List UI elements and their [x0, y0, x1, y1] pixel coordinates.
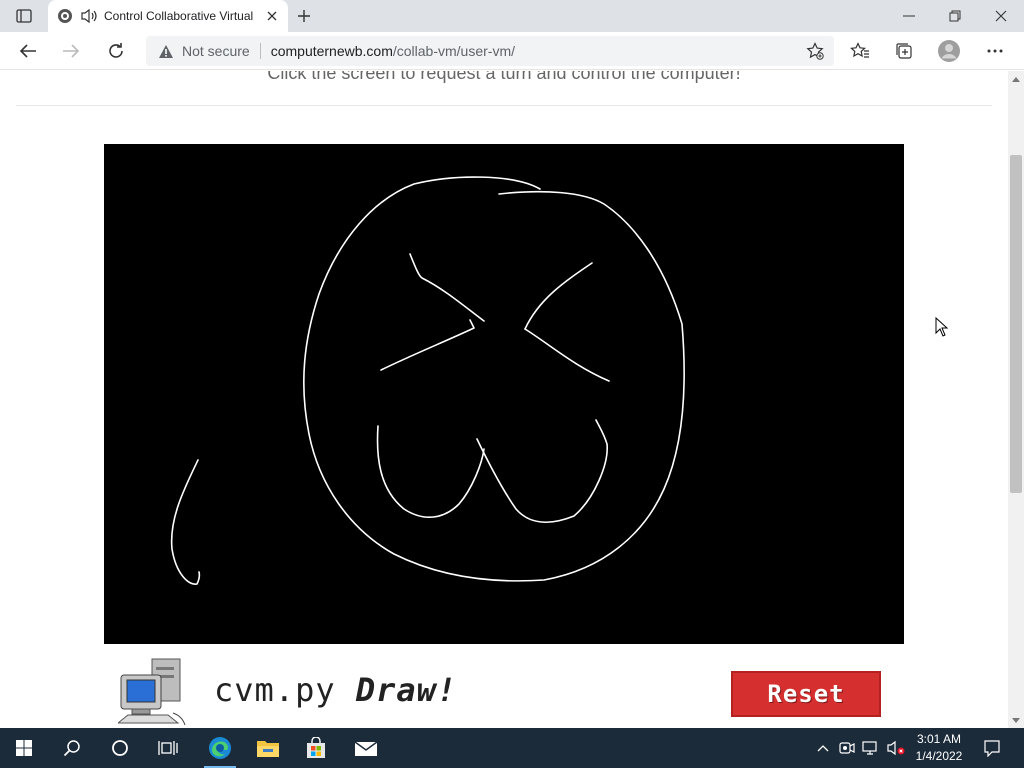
taskbar: 3:01 AM 1/4/2022 [0, 728, 1024, 768]
site-favicon [56, 7, 74, 25]
divider [16, 105, 992, 106]
settings-more-button[interactable] [980, 36, 1010, 66]
webcam-icon [839, 742, 855, 754]
volume-muted-icon [887, 740, 905, 756]
page-subtitle: Click the screen to request a turn and c… [267, 71, 741, 83]
clock-time: 3:01 AM [916, 732, 962, 746]
search-button[interactable] [48, 728, 96, 768]
forward-button[interactable] [56, 36, 86, 66]
collections-button[interactable] [889, 36, 919, 66]
network-icon [862, 741, 877, 755]
page-scrollbar[interactable] [1008, 71, 1024, 728]
close-icon [995, 10, 1007, 22]
notification-center-button[interactable] [980, 728, 1004, 768]
scroll-down-icon[interactable] [1008, 712, 1024, 728]
notification-icon [984, 740, 1000, 757]
minimize-icon [903, 15, 915, 17]
web-page: Click the screen to request a turn and c… [0, 71, 1008, 728]
avatar [938, 40, 960, 62]
search-icon [63, 740, 80, 757]
new-tab-button[interactable] [292, 4, 316, 28]
forward-arrow-icon [63, 44, 80, 58]
address-host: computernewb.com [270, 43, 393, 59]
plus-icon [298, 10, 310, 22]
back-arrow-icon [19, 44, 36, 58]
back-button[interactable] [13, 36, 43, 66]
network-tray-icon[interactable] [861, 728, 881, 768]
system-clock[interactable]: 3:01 AM 1/4/2022 [908, 731, 970, 765]
add-favorite-icon[interactable] [806, 42, 824, 60]
mouse-cursor-icon [935, 317, 949, 337]
brand-prefix: cvm.py [214, 671, 336, 709]
mail-icon [354, 741, 378, 756]
warning-icon[interactable] [158, 43, 174, 59]
audio-playing-icon[interactable] [80, 7, 98, 25]
task-view-icon [158, 741, 178, 755]
clock-date: 1/4/2022 [915, 749, 963, 763]
windows-logo-icon [16, 740, 32, 756]
refresh-icon [109, 43, 123, 58]
favorites-button[interactable] [845, 36, 875, 66]
vm-screen[interactable] [104, 144, 904, 644]
browser-toolbar: Not secure computernewb.com/collab-vm/us… [0, 32, 1024, 70]
tab-actions-button[interactable] [10, 6, 38, 26]
close-tab-icon[interactable] [264, 8, 280, 24]
tab-title: Control Collaborative Virtual Machine [104, 9, 254, 23]
collections-icon [896, 43, 912, 59]
task-view-button[interactable] [144, 728, 192, 768]
cortana-button[interactable] [96, 728, 144, 768]
favorites-icon [850, 42, 869, 58]
brand-suffix: Draw! [355, 671, 458, 709]
restore-icon [949, 10, 961, 22]
meet-now-tray-icon[interactable] [837, 728, 857, 768]
volume-tray-icon[interactable] [885, 728, 907, 768]
browser-tab[interactable]: Control Collaborative Virtual Machine [48, 0, 288, 32]
minimize-button[interactable] [886, 0, 932, 32]
scroll-thumb[interactable] [1010, 155, 1022, 493]
scroll-up-icon[interactable] [1008, 71, 1024, 87]
restore-button[interactable] [932, 0, 978, 32]
chevron-up-icon [817, 744, 829, 751]
cortana-icon [112, 740, 128, 756]
start-button[interactable] [0, 728, 48, 768]
more-dots-icon [987, 49, 1003, 53]
address-path: /collab-vm/user-vm/ [392, 43, 516, 59]
mail-button[interactable] [342, 728, 390, 768]
store-icon [307, 737, 325, 758]
tab-strip: Control Collaborative Virtual Machine [0, 0, 1024, 32]
address-bar[interactable]: Not secure computernewb.com/collab-vm/us… [146, 36, 834, 66]
brand-title: cvm.py Draw! [214, 671, 457, 709]
security-label[interactable]: Not secure [182, 43, 250, 59]
drawing-strokes [170, 176, 685, 585]
edge-icon [209, 737, 231, 759]
show-hidden-icons-button[interactable] [813, 728, 833, 768]
address-separator [259, 43, 261, 59]
computer-logo-icon [116, 653, 190, 727]
profile-button[interactable] [934, 36, 964, 66]
reset-button[interactable]: Reset [731, 671, 881, 717]
folder-icon [257, 741, 279, 757]
file-explorer-button[interactable] [244, 728, 292, 768]
edge-taskbar-button[interactable] [196, 728, 244, 768]
refresh-button[interactable] [101, 36, 131, 66]
store-button[interactable] [292, 728, 340, 768]
close-window-button[interactable] [978, 0, 1024, 32]
tab-actions-icon [16, 9, 32, 23]
